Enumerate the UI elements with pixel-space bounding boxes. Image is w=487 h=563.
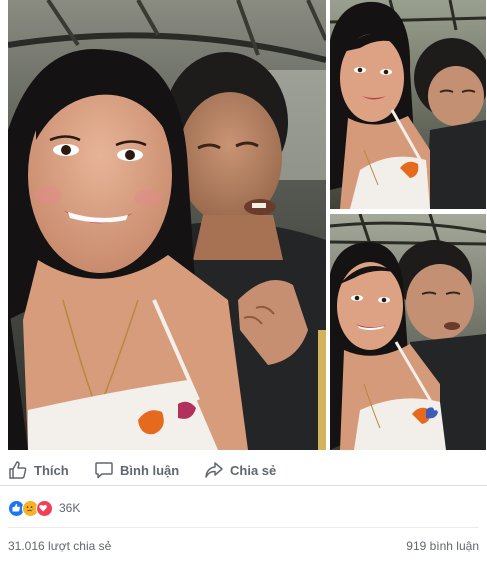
photo-bottom-right-image xyxy=(330,214,486,450)
reaction-count: 36K xyxy=(59,501,81,515)
share-count-link[interactable]: 31.016 lượt chia sẻ xyxy=(8,539,111,553)
comment-button-label: Bình luận xyxy=(120,462,180,478)
share-arrow-icon xyxy=(204,460,224,480)
photo-top-right[interactable] xyxy=(330,0,486,209)
photo-grid xyxy=(8,0,486,450)
stats-divider xyxy=(8,527,479,528)
photo-main-image xyxy=(8,0,326,450)
thumbs-up-icon xyxy=(8,460,28,480)
share-button[interactable]: Chia sẻ xyxy=(204,459,276,481)
like-button[interactable]: Thích xyxy=(8,459,69,481)
photo-main[interactable] xyxy=(8,0,326,450)
share-button-label: Chia sẻ xyxy=(230,462,277,478)
post-action-bar: Thích Bình luận Chia sẻ xyxy=(0,452,487,486)
speech-bubble-icon xyxy=(94,460,114,480)
reactions-summary[interactable]: 36K xyxy=(8,497,80,519)
photo-top-right-image xyxy=(330,0,486,209)
comment-button[interactable]: Bình luận xyxy=(94,459,179,481)
photo-bottom-right[interactable] xyxy=(330,214,486,450)
comment-count-link[interactable]: 919 bình luận xyxy=(406,539,479,553)
like-button-label: Thích xyxy=(34,462,69,478)
love-reaction-icon xyxy=(36,499,53,517)
